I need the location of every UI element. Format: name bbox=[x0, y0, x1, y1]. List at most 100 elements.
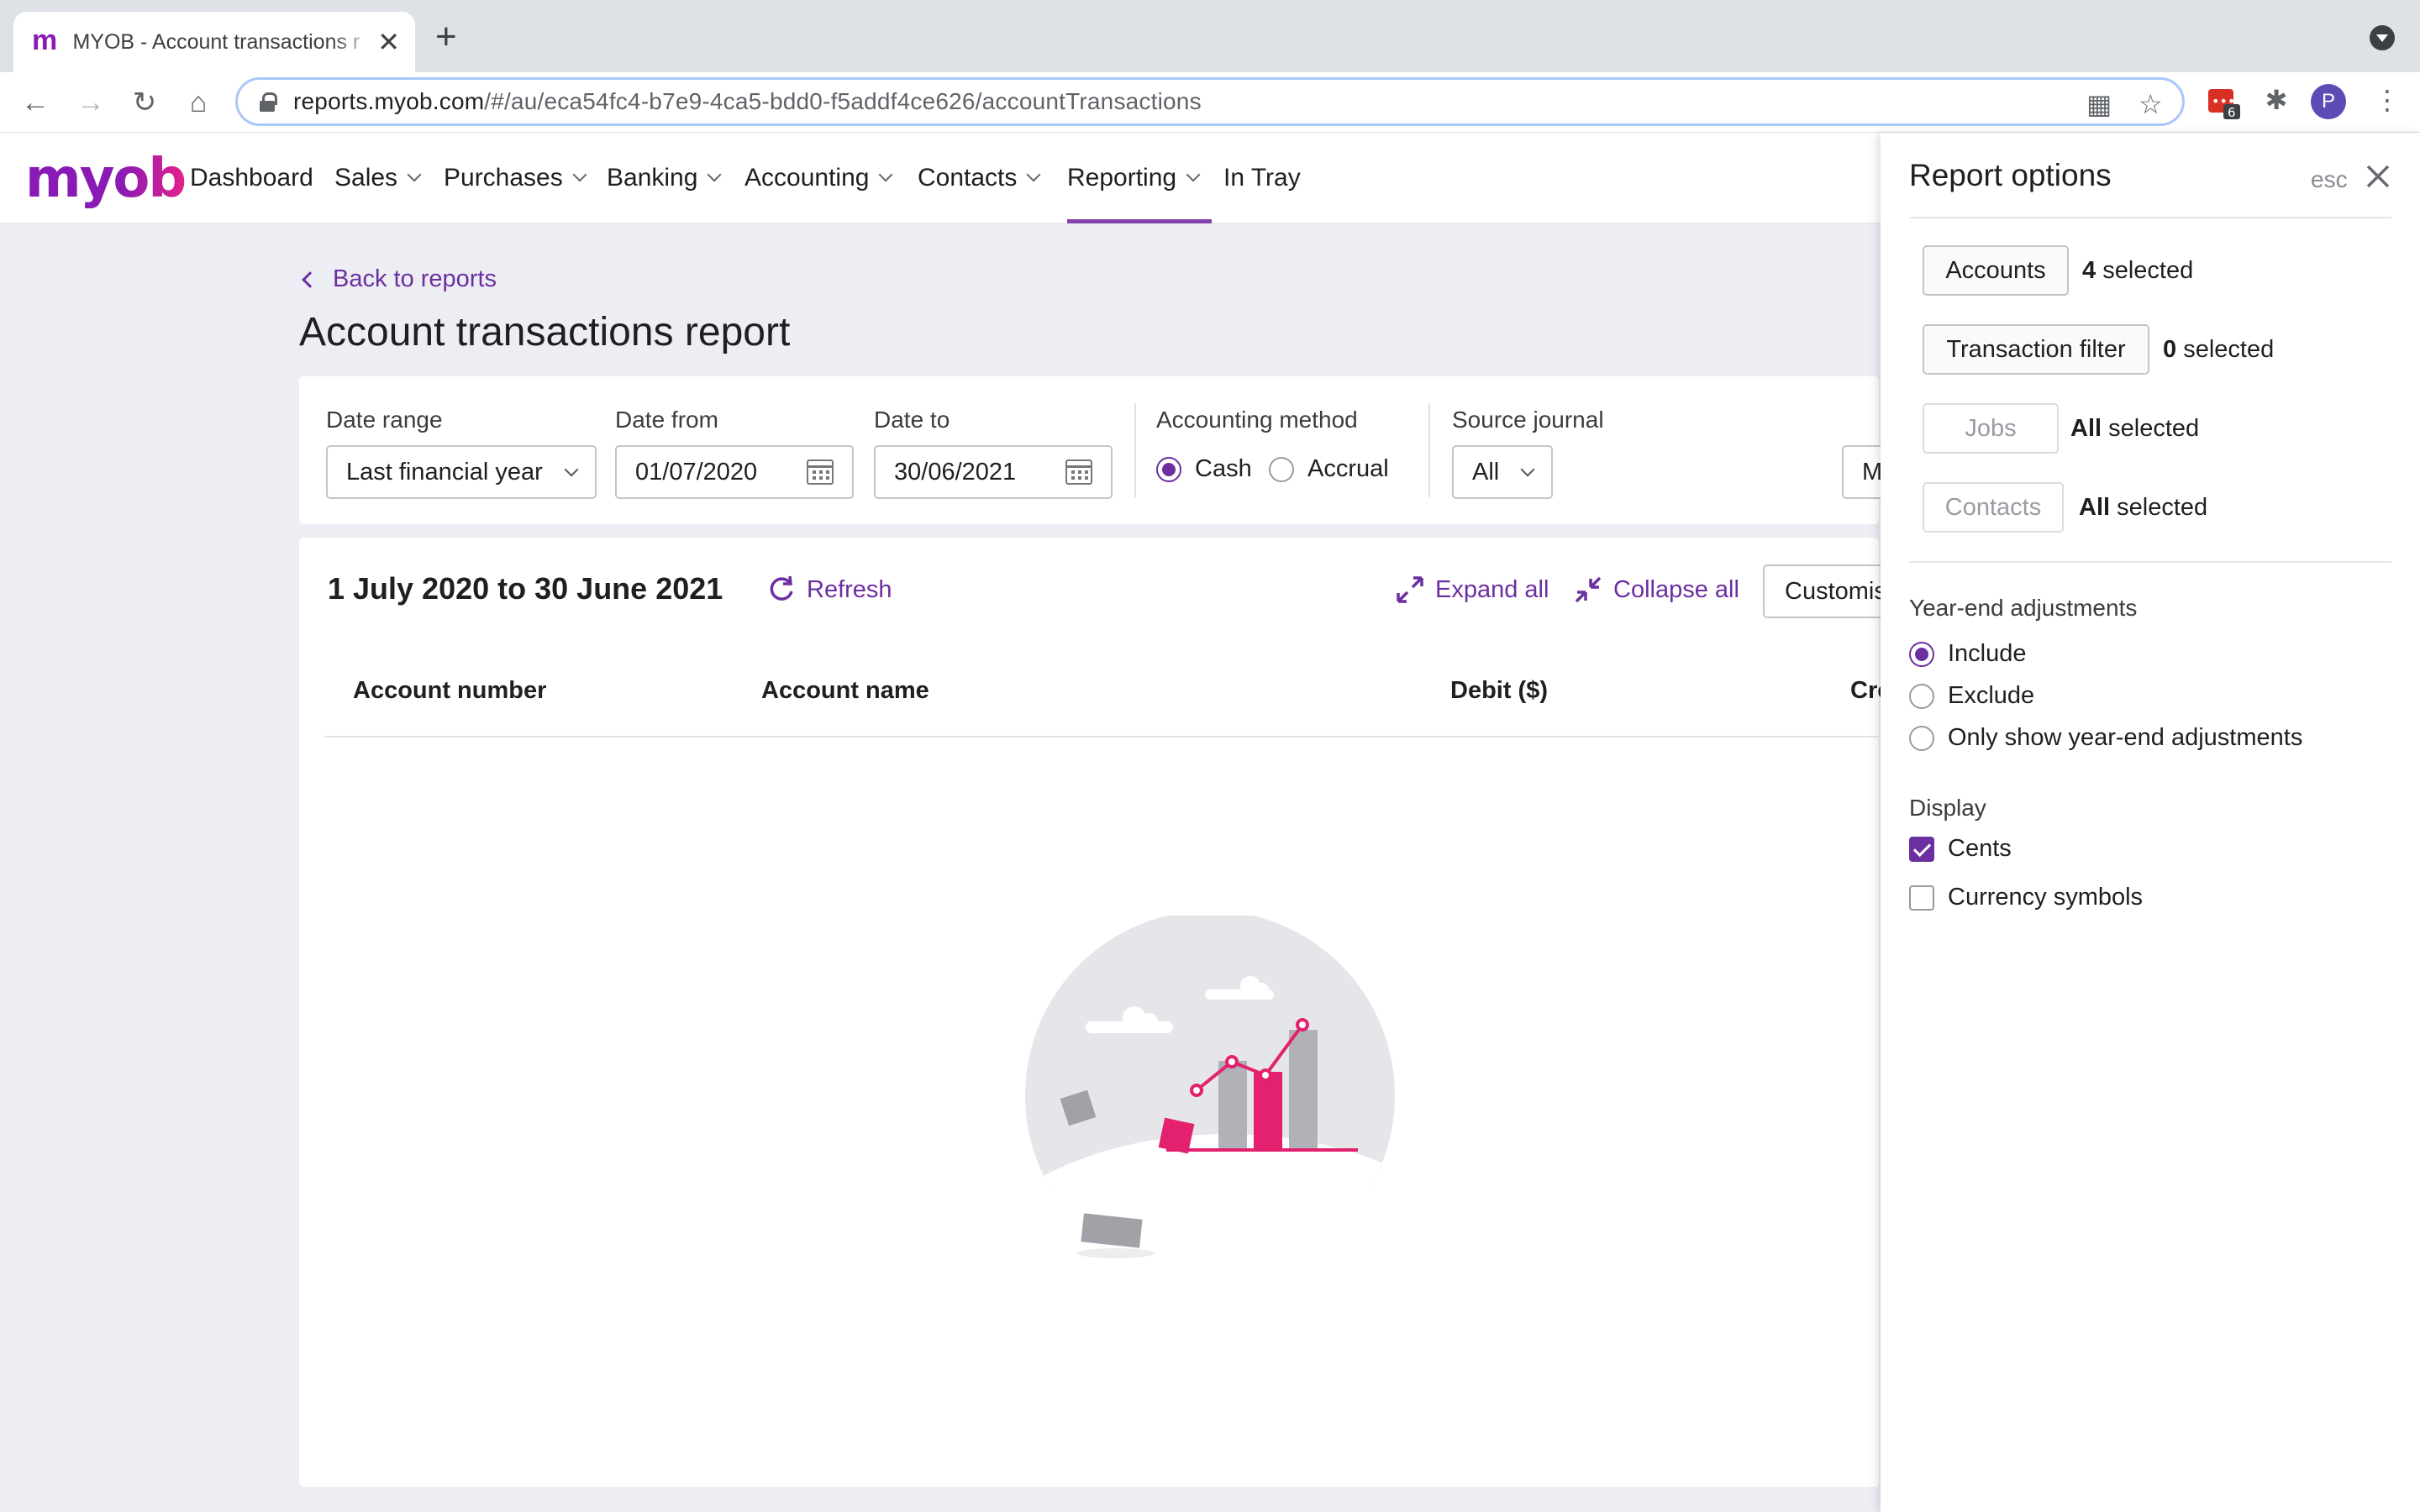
install-app-icon[interactable]: ▦ bbox=[2086, 88, 2112, 120]
empty-state-illustration bbox=[1017, 916, 1403, 1277]
back-to-reports-link[interactable]: Back to reports bbox=[302, 265, 497, 293]
column-header-account-name[interactable]: Account name bbox=[761, 677, 929, 705]
collapse-all-button[interactable]: Collapse all bbox=[1573, 575, 1739, 605]
filter-bar: Date range Last financial year Date from… bbox=[299, 376, 1879, 524]
nav-label: In Tray bbox=[1223, 164, 1301, 192]
radio-unselected-icon bbox=[1909, 683, 1934, 709]
checkbox-unchecked-icon bbox=[1909, 885, 1934, 911]
back-link-label: Back to reports bbox=[333, 265, 497, 292]
accounts-button[interactable]: Accounts bbox=[1923, 245, 2069, 296]
tab-title: MYOB - Account transactions r bbox=[72, 29, 360, 54]
refresh-label: Refresh bbox=[807, 575, 892, 603]
forward-arrow-icon[interactable]: → bbox=[69, 81, 113, 124]
nav-sales[interactable]: Sales bbox=[334, 133, 422, 223]
selection-count: 0 bbox=[2163, 336, 2177, 363]
lock-icon[interactable] bbox=[260, 92, 277, 112]
accounting-method-label: Accounting method bbox=[1156, 407, 1358, 433]
nav-reporting[interactable]: Reporting bbox=[1067, 133, 1213, 223]
year-end-include-radio[interactable]: Include bbox=[1909, 640, 2027, 668]
year-end-exclude-radio[interactable]: Exclude bbox=[1909, 682, 2034, 710]
browser-menu-icon[interactable]: ⋮ bbox=[2370, 84, 2405, 119]
report-options-drawer: Report options esc Accounts 4 selected T… bbox=[1881, 133, 2420, 1512]
radio-label: Cash bbox=[1195, 455, 1252, 482]
selection-count: 4 bbox=[2082, 257, 2096, 284]
contacts-selection: All selected bbox=[2079, 494, 2207, 522]
nav-banking[interactable]: Banking bbox=[607, 133, 722, 223]
chevron-down-icon bbox=[564, 462, 579, 477]
report-period: 1 July 2020 to 30 June 2021 bbox=[328, 571, 723, 606]
checkbox-label: Currency symbols bbox=[1948, 884, 2144, 911]
nav-label: Banking bbox=[607, 164, 698, 192]
refresh-icon bbox=[770, 575, 793, 601]
date-range-label: Date range bbox=[326, 407, 443, 433]
nav-label: Sales bbox=[334, 164, 398, 192]
nav-purchases[interactable]: Purchases bbox=[444, 133, 587, 223]
currency-symbols-checkbox[interactable]: Currency symbols bbox=[1909, 884, 2143, 911]
divider bbox=[1909, 217, 2391, 218]
table-divider bbox=[324, 736, 1879, 738]
contacts-button[interactable]: Contacts bbox=[1923, 482, 2064, 533]
date-from-value: 01/07/2020 bbox=[635, 458, 758, 486]
radio-label: Only show year-end adjustments bbox=[1948, 724, 2303, 751]
nav-label: Dashboard bbox=[190, 164, 313, 192]
extension-icon[interactable]: ••• 6 bbox=[2205, 84, 2240, 120]
cents-checkbox[interactable]: Cents bbox=[1909, 835, 2012, 863]
radio-label: Accrual bbox=[1307, 455, 1389, 482]
profile-avatar[interactable]: P bbox=[2311, 84, 2346, 119]
source-journal-select[interactable]: All bbox=[1452, 445, 1553, 499]
checkbox-label: Cents bbox=[1948, 835, 2012, 862]
radio-label: Include bbox=[1948, 640, 2027, 667]
extensions-puzzle-icon[interactable]: ✱ bbox=[2259, 84, 2294, 119]
accounts-selection: 4 selected bbox=[2082, 257, 2193, 285]
radio-unselected-icon bbox=[1909, 725, 1934, 751]
url-text: reports.myob.com/#/au/eca54fc4-b7e9-4ca5… bbox=[293, 88, 1202, 115]
date-from-field[interactable]: 01/07/2020 bbox=[615, 445, 854, 499]
browser-tab[interactable]: m MYOB - Account transactions r ✕ bbox=[13, 12, 415, 72]
date-to-value: 30/06/2021 bbox=[894, 458, 1017, 486]
collapse-icon bbox=[1575, 576, 1602, 603]
nav-contacts[interactable]: Contacts bbox=[918, 133, 1041, 223]
jobs-button[interactable]: Jobs bbox=[1923, 403, 2059, 454]
bookmark-star-icon[interactable]: ☆ bbox=[2139, 88, 2163, 120]
expand-all-button[interactable]: Expand all bbox=[1395, 575, 1549, 605]
address-bar[interactable]: reports.myob.com/#/au/eca54fc4-b7e9-4ca5… bbox=[235, 77, 2185, 126]
extension-badge: 6 bbox=[2228, 105, 2236, 119]
date-to-field[interactable]: 30/06/2021 bbox=[874, 445, 1113, 499]
customise-button[interactable]: Customise bbox=[1763, 564, 1897, 618]
home-icon[interactable]: ⌂ bbox=[176, 81, 220, 124]
accounting-method-cash-radio[interactable]: Cash bbox=[1156, 455, 1252, 483]
column-header-account-number[interactable]: Account number bbox=[353, 677, 546, 705]
new-tab-button[interactable]: + bbox=[435, 18, 457, 55]
nav-in-tray[interactable]: In Tray bbox=[1223, 133, 1301, 223]
date-range-select[interactable]: Last financial year bbox=[326, 445, 597, 499]
close-icon[interactable] bbox=[2363, 161, 2393, 192]
chevron-down-icon bbox=[878, 167, 893, 182]
transaction-filter-selection: 0 selected bbox=[2163, 336, 2274, 364]
tab-search-icon[interactable] bbox=[2370, 25, 2395, 50]
calendar-icon[interactable] bbox=[807, 459, 834, 485]
nav-dashboard[interactable]: Dashboard bbox=[190, 133, 313, 223]
display-label: Display bbox=[1909, 795, 1986, 821]
selection-suffix: selected bbox=[2117, 494, 2208, 521]
expand-icon bbox=[1397, 576, 1423, 603]
column-header-debit[interactable]: Debit ($) bbox=[1450, 677, 1548, 705]
tab-close-icon[interactable]: ✕ bbox=[377, 26, 400, 58]
chevron-down-icon bbox=[707, 167, 722, 182]
selection-suffix: selected bbox=[2183, 336, 2275, 363]
myob-logo[interactable]: myob bbox=[25, 148, 187, 210]
nav-accounting[interactable]: Accounting bbox=[744, 133, 893, 223]
year-end-only-radio[interactable]: Only show year-end adjustments bbox=[1909, 724, 2302, 752]
divider bbox=[1134, 403, 1136, 497]
transaction-filter-button[interactable]: Transaction filter bbox=[1923, 324, 2149, 375]
collapse-all-label: Collapse all bbox=[1613, 575, 1739, 603]
selection-count: All bbox=[2070, 415, 2102, 442]
refresh-button[interactable]: Refresh bbox=[766, 575, 892, 605]
back-arrow-icon[interactable]: ← bbox=[13, 81, 57, 124]
reload-icon[interactable]: ↻ bbox=[123, 81, 166, 124]
column-header-credit[interactable]: Credit ($) bbox=[1850, 677, 1882, 705]
accounting-method-accrual-radio[interactable]: Accrual bbox=[1269, 455, 1389, 483]
nav-label: Contacts bbox=[918, 164, 1018, 192]
radio-unselected-icon bbox=[1269, 456, 1294, 482]
calendar-icon[interactable] bbox=[1065, 459, 1092, 485]
date-range-value: Last financial year bbox=[346, 458, 543, 486]
